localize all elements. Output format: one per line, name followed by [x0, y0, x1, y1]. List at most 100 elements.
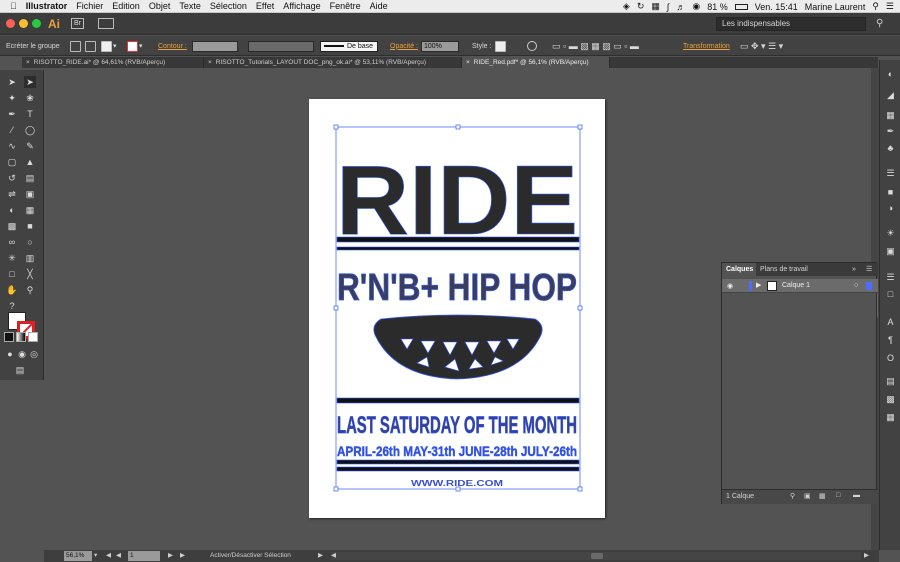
visibility-eye-icon[interactable]: ◉: [727, 282, 733, 290]
pencil-icon[interactable]: ✎: [24, 140, 36, 152]
horizontal-scrollbar[interactable]: [331, 552, 861, 560]
artboards-panel-icon[interactable]: □: [885, 288, 896, 299]
rule-bottom-2[interactable]: [336, 466, 580, 472]
opentype-icon[interactable]: O: [885, 352, 896, 363]
menu-effet[interactable]: Effet: [256, 1, 274, 11]
status-tool-text[interactable]: Activer/Désactiver Sélection: [210, 550, 291, 562]
zoom-tool-icon[interactable]: ⚲: [24, 284, 36, 296]
selected-art-indicator[interactable]: [866, 282, 872, 290]
color-panel-icon[interactable]: ◐: [885, 68, 896, 79]
prev-artboard-icon[interactable]: ◀: [116, 550, 121, 562]
shape-builder-icon[interactable]: ◐: [6, 204, 18, 216]
tab-risotto-tutorials[interactable]: × RISOTTO_Tutorials_LAYOUT DOC_png_ok.ai…: [204, 57, 462, 68]
search-icon[interactable]: ⚲: [876, 18, 883, 29]
delete-layer-icon[interactable]: ▬: [853, 492, 860, 499]
spotlight-icon[interactable]: ⚲: [872, 1, 879, 12]
draw-inside-icon[interactable]: ◎: [28, 348, 40, 360]
draw-behind-icon[interactable]: ◉: [16, 348, 28, 360]
align-icons[interactable]: ▭ ▫ ▬ ▧ ▦ ▨ ▭ ▫ ▬: [552, 40, 639, 52]
eraser-icon[interactable]: ▲: [24, 156, 36, 168]
transform-panel-icon[interactable]: ▦: [885, 412, 896, 423]
zoom-button[interactable]: [32, 19, 41, 28]
target-icon[interactable]: ○: [854, 282, 858, 289]
chevron-down-icon[interactable]: ▾: [139, 42, 143, 50]
sync-icon[interactable]: ↻: [637, 1, 645, 12]
variable-width-profile[interactable]: [248, 40, 314, 52]
stroke-swatch-icon[interactable]: [127, 40, 138, 52]
notifications-icon[interactable]: ☰: [886, 1, 894, 12]
panel-menu-icon[interactable]: ☰: [866, 263, 872, 276]
transform-label[interactable]: Transformation: [683, 40, 730, 52]
recolor-artwork-icon[interactable]: [527, 41, 537, 51]
menu-selection[interactable]: Sélection: [210, 1, 247, 11]
symbol-sprayer-icon[interactable]: ✳: [6, 252, 18, 264]
poster-artwork[interactable]: RIDE R'N'B+ HIP HOP LAST SATURDAY OF THE…: [309, 99, 605, 518]
bridge-icon[interactable]: Br: [71, 18, 84, 29]
paragraph-icon[interactable]: ¶: [885, 334, 896, 345]
first-artboard-icon[interactable]: ◀: [106, 550, 111, 562]
rotate-tool-icon[interactable]: ↺: [6, 172, 18, 184]
menu-fenetre[interactable]: Fenêtre: [330, 1, 361, 11]
handle[interactable]: [577, 124, 583, 130]
line-tool-icon[interactable]: ⁄: [6, 124, 18, 136]
tab-close-icon[interactable]: ×: [208, 59, 212, 66]
new-sublayer-icon[interactable]: ▦: [819, 492, 826, 500]
gradient-mode-icon[interactable]: [16, 332, 26, 342]
handle[interactable]: [455, 486, 461, 492]
handle[interactable]: [333, 486, 339, 492]
workspace-switcher[interactable]: Les indispensables: [716, 17, 866, 31]
apple-icon[interactable]: : [10, 1, 17, 11]
help-icon[interactable]: ?: [6, 300, 18, 312]
scroll-left-icon[interactable]: ◀: [331, 550, 336, 562]
graphic-style-swatch[interactable]: [495, 40, 506, 52]
none-mode-icon[interactable]: [28, 332, 38, 342]
menu-affichage[interactable]: Affichage: [283, 1, 320, 11]
gradient-panel-icon[interactable]: ■: [885, 186, 896, 197]
type-tool-icon[interactable]: T: [24, 108, 36, 120]
menu-objet[interactable]: Objet: [149, 1, 171, 11]
display-icon[interactable]: ▦: [651, 1, 660, 12]
poster-dates[interactable]: APRIL-26th MAY-31th JUNE-28th JULY-26th: [337, 443, 578, 460]
tab-close-icon[interactable]: ×: [466, 59, 470, 66]
character-icon[interactable]: A: [885, 316, 896, 327]
tab-calques[interactable]: Calques: [722, 263, 756, 276]
free-transform-icon[interactable]: ▣: [24, 188, 36, 200]
stroke-panel-icon[interactable]: ☰: [885, 168, 896, 179]
pathfinder-icon[interactable]: ▩: [885, 394, 896, 405]
tab-plans-de-travail[interactable]: Plans de travail: [760, 263, 808, 276]
wifi-icon[interactable]: ◉: [692, 1, 700, 12]
battery-icon[interactable]: [734, 3, 748, 10]
clock[interactable]: Ven. 15:41: [755, 2, 798, 12]
width-tool-icon[interactable]: ⇌: [6, 188, 18, 200]
blend-tool-icon[interactable]: ○: [24, 236, 36, 248]
new-layer-icon[interactable]: □: [836, 492, 840, 499]
selection-tool-icon[interactable]: ➤: [6, 76, 18, 88]
next-artboard-icon[interactable]: ▶: [168, 550, 173, 562]
gradient-tool-icon[interactable]: ■: [24, 220, 36, 232]
pen-tool-icon[interactable]: ✒: [6, 108, 18, 120]
handle[interactable]: [333, 124, 339, 130]
collapse-panel-icon[interactable]: »: [852, 263, 856, 276]
handle[interactable]: [577, 486, 583, 492]
arrange-documents-icon[interactable]: [98, 18, 114, 29]
chevron-down-icon[interactable]: ▾: [113, 42, 117, 50]
opacity-label[interactable]: Opacité :: [390, 40, 418, 52]
eyedropper-icon[interactable]: ∞: [6, 236, 18, 248]
handle[interactable]: [333, 305, 339, 311]
scale-tool-icon[interactable]: ▤: [24, 172, 36, 184]
handle[interactable]: [577, 305, 583, 311]
layer-row[interactable]: ◉ ▶ Calque 1 ○: [722, 279, 878, 293]
ellipse-tool-icon[interactable]: ◯: [24, 124, 36, 136]
isolate-group-icon[interactable]: [70, 40, 81, 52]
mesh-tool-icon[interactable]: ▩: [6, 220, 18, 232]
status-menu-icon[interactable]: ▶: [318, 550, 323, 562]
paintbrush-icon[interactable]: ∿: [6, 140, 18, 152]
rule-mid-1[interactable]: [336, 397, 580, 404]
color-mode-icon[interactable]: [4, 332, 14, 342]
rule-top-1[interactable]: [336, 236, 580, 243]
align-panel-icon[interactable]: ▤: [885, 376, 896, 387]
rule-bottom-1[interactable]: [336, 459, 580, 465]
artboard-number-field[interactable]: 1: [128, 551, 160, 561]
artboard-tool-icon[interactable]: □: [6, 268, 18, 280]
lasso-icon[interactable]: ❀: [24, 92, 36, 104]
